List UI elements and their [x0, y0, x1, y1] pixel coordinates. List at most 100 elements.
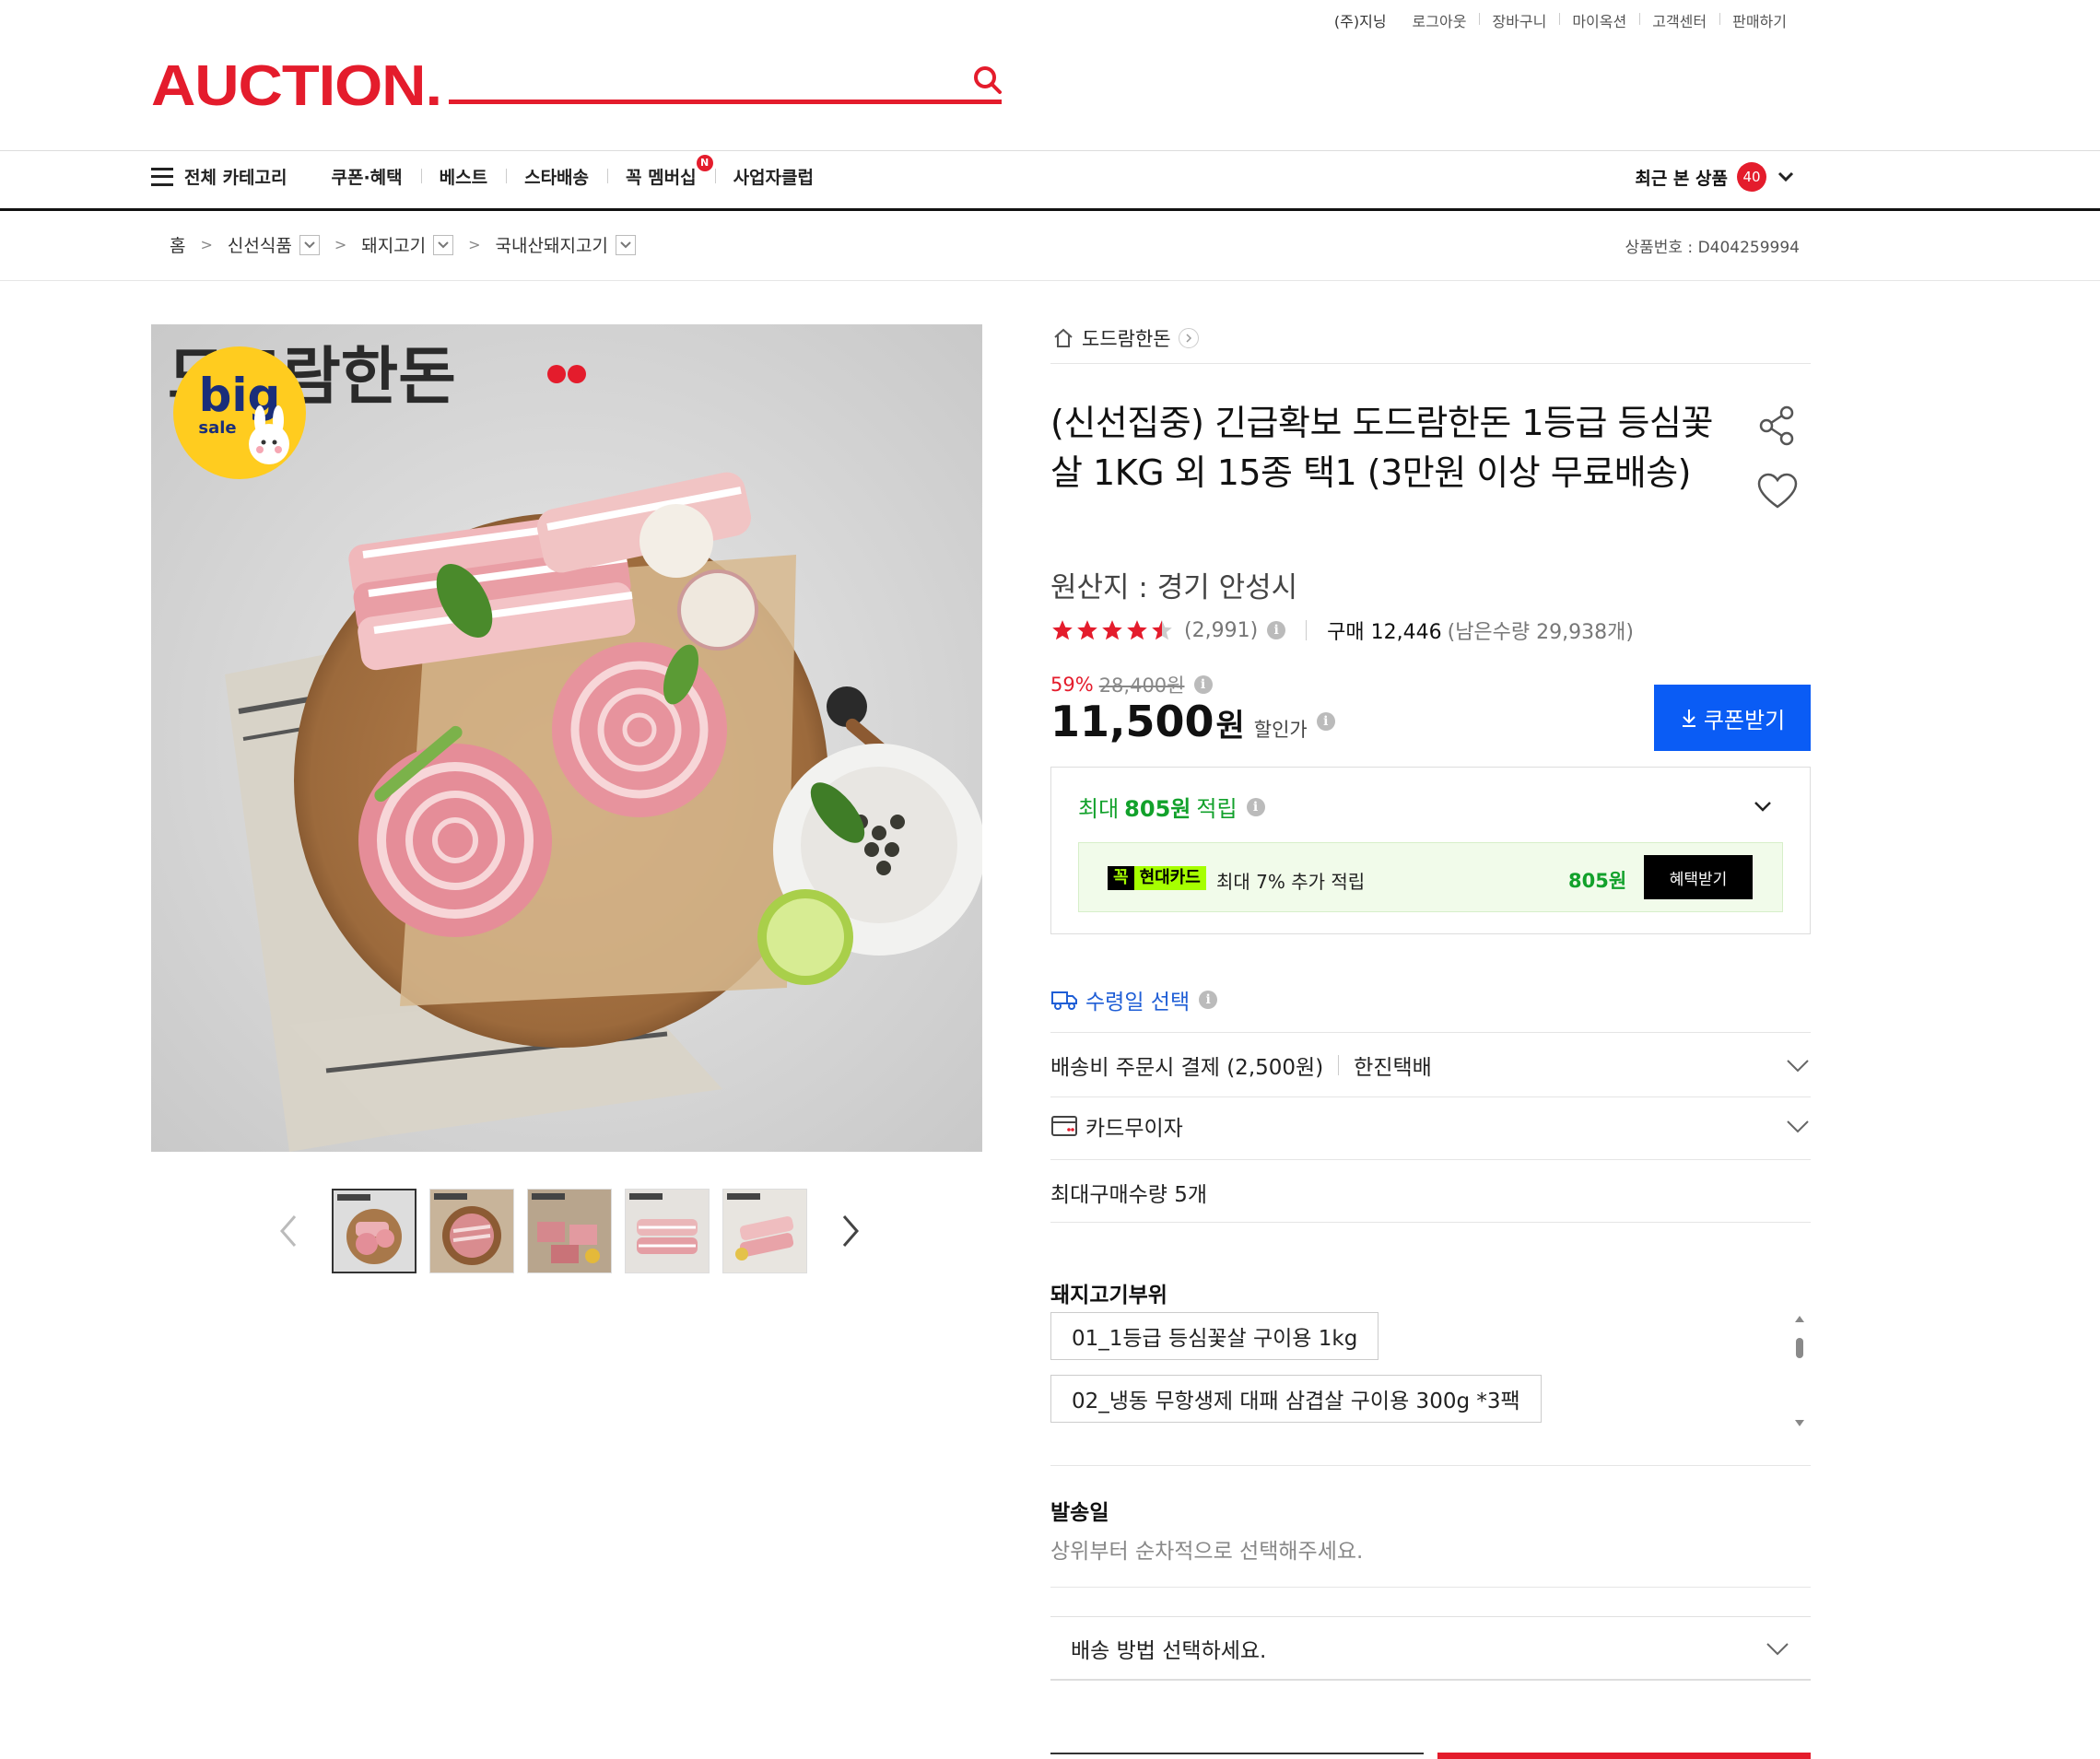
- chevron-down-icon[interactable]: [299, 234, 320, 255]
- chevron-right-icon: [1178, 328, 1199, 348]
- breadcrumb-fresh-food[interactable]: 신선식품: [228, 232, 292, 257]
- courier-name: 한진택배: [1354, 1056, 1432, 1080]
- shop-name: 도드람한돈: [1082, 328, 1171, 350]
- divider: [1050, 1159, 1811, 1160]
- breadcrumb: 홈 > 신선식품 > 돼지고기 > 국내산돼지고기: [170, 232, 636, 257]
- truck-icon: [1051, 991, 1077, 1010]
- shipping-method-select[interactable]: 배송 방법 선택하세요.: [1050, 1616, 1811, 1681]
- review-count[interactable]: (2,991): [1184, 619, 1258, 642]
- sell-link[interactable]: 판매하기: [1719, 9, 1800, 31]
- nav-membership[interactable]: 꼭 멤버십 N: [607, 155, 715, 189]
- chevron-right-icon[interactable]: [835, 1213, 862, 1249]
- option-scrollbar[interactable]: [1793, 1314, 1806, 1428]
- recent-products[interactable]: 최근 본 상품 40: [1635, 162, 1796, 192]
- remaining-quantity: (남은수량 29,938개): [1447, 621, 1634, 644]
- breadcrumb-domestic-pork[interactable]: 국내산돼지고기: [496, 232, 608, 257]
- buy-button-edge[interactable]: [1437, 1753, 1811, 1759]
- info-icon[interactable]: i: [1316, 712, 1335, 731]
- my-auction-link[interactable]: 마이옥션: [1559, 9, 1639, 31]
- utility-bar: (주)지닝 로그아웃 장바구니 마이옥션 고객센터 판매하기: [1334, 9, 1800, 31]
- divider: [1338, 1055, 1340, 1075]
- ship-date-title: 발송일: [1050, 1501, 1109, 1525]
- info-icon[interactable]: i: [1199, 991, 1218, 1009]
- product-number-value: D404259994: [1697, 239, 1800, 257]
- breadcrumb-home[interactable]: 홈: [170, 232, 185, 257]
- chevron-down-icon[interactable]: [433, 234, 454, 255]
- rating-row: (2,991) i 구매 12,446 (남은수량 29,938개): [1050, 616, 1634, 645]
- option-item-2[interactable]: 02_냉동 무항생제 대패 삼겹살 구이용 300g *3팩: [1050, 1375, 1542, 1423]
- nav-membership-label: 꼭 멤버십: [626, 168, 697, 188]
- big-sale-badge-big: big: [199, 369, 281, 422]
- reward-amount: 805원: [1124, 796, 1191, 822]
- option-item-1[interactable]: 01_1등급 등심꽃살 구이용 1kg: [1050, 1312, 1379, 1360]
- thumbnail-4[interactable]: [625, 1189, 710, 1273]
- divider: [1050, 1032, 1811, 1033]
- nav-business-club[interactable]: 사업자클럽: [714, 164, 832, 189]
- thumbnail-2[interactable]: [429, 1189, 514, 1273]
- product-main-image[interactable]: 도드람한돈 big sale: [151, 324, 982, 1152]
- card-installment-row[interactable]: 카드무이자: [1050, 1109, 1811, 1143]
- star-icon: [1102, 620, 1122, 640]
- rating-stars[interactable]: [1050, 618, 1175, 642]
- card-icon: [1051, 1116, 1077, 1136]
- home-icon: [1054, 328, 1073, 347]
- heart-icon[interactable]: [1755, 470, 1800, 514]
- cart-button-edge[interactable]: [1050, 1753, 1424, 1759]
- chevron-down-icon: [1766, 1642, 1789, 1655]
- all-categories-button[interactable]: 전체 카테고리: [151, 164, 287, 189]
- nav-star-delivery[interactable]: 스타배송: [506, 164, 607, 189]
- reward-suffix: 적립: [1196, 796, 1238, 822]
- sale-price: 11,500: [1050, 697, 1214, 746]
- get-benefit-button[interactable]: 혜택받기: [1644, 855, 1753, 899]
- reward-header[interactable]: 최대 805원 적립 i: [1078, 791, 1265, 823]
- divider: [1050, 1222, 1811, 1223]
- hyundai-card-name: 현대카드: [1133, 866, 1206, 890]
- shipping-fee-row[interactable]: 배송비 주문시 결제 (2,500원) 한진택배: [1050, 1049, 1811, 1082]
- recent-count-badge: 40: [1737, 162, 1766, 192]
- nav-bottom-border: [0, 208, 2100, 211]
- hyundai-card-text: 최대 7% 추가 적립: [1216, 871, 1366, 893]
- hamburger-icon: [151, 167, 173, 186]
- select-delivery-date[interactable]: 수령일 선택 i: [1050, 984, 1218, 1015]
- star-icon: [1077, 620, 1097, 640]
- info-icon[interactable]: i: [1267, 621, 1286, 639]
- search-underline: [449, 100, 1002, 104]
- info-icon[interactable]: i: [1246, 797, 1265, 816]
- info-icon[interactable]: i: [1193, 675, 1213, 694]
- chevron-left-icon[interactable]: [276, 1213, 304, 1249]
- thumbnail-5[interactable]: [722, 1189, 807, 1273]
- thumbnail-3[interactable]: [527, 1189, 612, 1273]
- ship-date-hint: 상위부터 순차적으로 선택해주세요.: [1050, 1540, 1364, 1564]
- thumbnail-carousel: [276, 1189, 862, 1273]
- get-coupon-button[interactable]: 쿠폰받기: [1654, 685, 1811, 751]
- big-sale-badge-sale: sale: [198, 418, 236, 438]
- discount-percent: 59%: [1050, 674, 1094, 696]
- nav-coupon[interactable]: 쿠폰·혜택: [332, 164, 421, 189]
- customer-center-link[interactable]: 고객센터: [1639, 9, 1719, 31]
- search-icon[interactable]: [972, 64, 1003, 96]
- breadcrumb-pork[interactable]: 돼지고기: [361, 232, 426, 257]
- star-icon: [1052, 620, 1073, 640]
- chevron-down-icon[interactable]: [615, 234, 636, 255]
- cart-link[interactable]: 장바구니: [1479, 9, 1559, 31]
- chevron-down-icon: [1777, 171, 1794, 182]
- logout-link[interactable]: 로그아웃: [1400, 9, 1480, 31]
- chevron-down-icon[interactable]: [1751, 794, 1775, 818]
- nav-best[interactable]: 베스트: [420, 164, 506, 189]
- reward-prefix: 최대: [1078, 796, 1120, 822]
- search-input[interactable]: [449, 57, 965, 98]
- auction-logo[interactable]: AUCTION.: [151, 53, 442, 119]
- share-icon[interactable]: [1755, 404, 1800, 448]
- main-nav: 전체 카테고리 쿠폰·혜택 베스트 스타배송 꼭 멤버십 N 사업자클럽: [151, 155, 832, 189]
- product-number: 상품번호 : D404259994: [1625, 234, 1800, 257]
- thumbnail-1[interactable]: [332, 1189, 416, 1273]
- all-categories-label: 전체 카테고리: [184, 168, 287, 188]
- kkok-logo: 꼭: [1108, 866, 1134, 890]
- option-title: 돼지고기부위: [1050, 1284, 1167, 1308]
- user-name[interactable]: (주)지닝: [1334, 9, 1387, 31]
- divider: [1050, 1587, 1811, 1588]
- breadcrumb-separator: >: [200, 236, 213, 253]
- star-half-icon: [1152, 620, 1172, 640]
- shop-link[interactable]: 도드람한돈: [1052, 324, 1199, 352]
- card-installment-label: 카드무이자: [1085, 1117, 1183, 1141]
